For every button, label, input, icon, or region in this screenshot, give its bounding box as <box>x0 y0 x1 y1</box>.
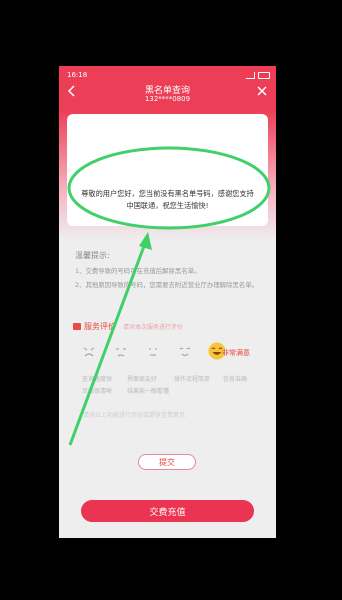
arrow-head-icon <box>139 232 152 250</box>
highlight-circle <box>67 146 271 230</box>
highlight-arrow <box>68 237 149 446</box>
annotation-overlay <box>67 146 271 446</box>
